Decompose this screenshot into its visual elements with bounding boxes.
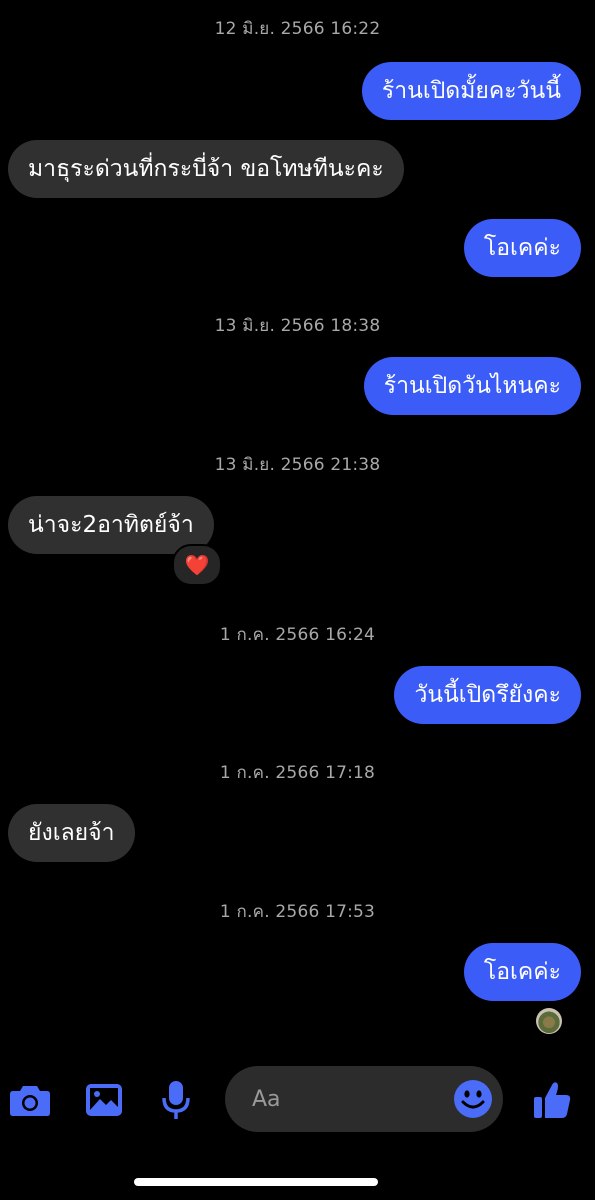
outgoing-message[interactable]: วันนี้เปิดรึยังคะ — [394, 666, 581, 724]
timestamp: 13 มิ.ย. 2566 18:38 — [214, 316, 381, 336]
like-icon — [534, 1082, 571, 1118]
timestamp: 1 ก.ค. 2566 17:53 — [219, 902, 376, 922]
message-input[interactable] — [250, 1085, 434, 1113]
incoming-message[interactable]: มาธุระด่วนที่กระบี่จ้า ขอโทษทีนะคะ — [8, 140, 404, 198]
seen-avatar — [536, 1008, 562, 1034]
heart-reaction[interactable]: ❤️ — [172, 544, 222, 586]
camera-button[interactable] — [6, 1060, 54, 1140]
timestamp: 12 มิ.ย. 2566 16:22 — [214, 19, 381, 39]
emoji-icon[interactable] — [453, 1079, 493, 1119]
image-icon — [86, 1084, 122, 1116]
heart-icon: ❤️ — [184, 553, 210, 577]
incoming-message[interactable]: ยังเลยจ้า — [8, 804, 135, 862]
timestamp: 13 มิ.ย. 2566 21:38 — [214, 455, 381, 475]
outgoing-message[interactable]: ร้านเปิดวันไหนคะ — [363, 357, 581, 415]
outgoing-message[interactable]: โอเคค่ะ — [463, 943, 581, 1001]
voice-button[interactable] — [152, 1060, 200, 1140]
like-button[interactable] — [528, 1060, 576, 1140]
timestamp: 1 ก.ค. 2566 16:24 — [219, 625, 376, 645]
microphone-icon — [162, 1081, 190, 1119]
message-input-container[interactable] — [225, 1066, 503, 1132]
outgoing-message[interactable]: ร้านเปิดมั้ยคะวันนี้ — [361, 62, 581, 120]
gallery-button[interactable] — [80, 1060, 128, 1140]
home-indicator[interactable] — [134, 1178, 378, 1186]
camera-icon — [10, 1086, 50, 1116]
message-composer — [0, 1060, 595, 1140]
timestamp: 1 ก.ค. 2566 17:18 — [219, 763, 376, 783]
message-thread[interactable]: 12 มิ.ย. 2566 16:22 ร้านเปิดมั้ยคะวันนี้… — [0, 0, 595, 1060]
outgoing-message[interactable]: โอเคค่ะ — [463, 219, 581, 277]
